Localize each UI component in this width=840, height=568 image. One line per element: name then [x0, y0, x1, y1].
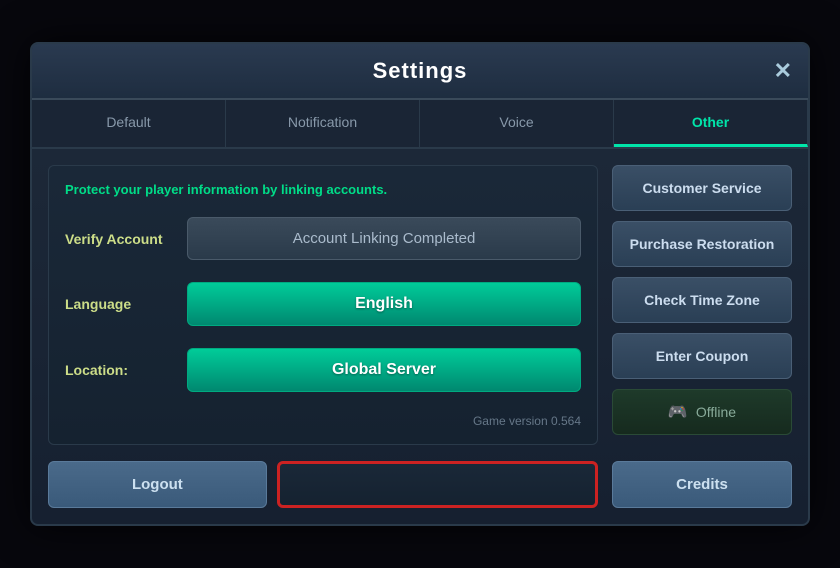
account-linked-button[interactable]: Account Linking Completed [187, 217, 581, 260]
location-button[interactable]: Global Server [187, 348, 581, 392]
modal-footer: Logout Credits [32, 461, 808, 524]
tab-other[interactable]: Other [614, 100, 808, 147]
enter-coupon-button[interactable]: Enter Coupon [612, 333, 792, 379]
modal-overlay: Settings ✕ Default Notification Voice Ot… [0, 0, 840, 568]
tab-notification[interactable]: Notification [226, 100, 420, 147]
location-value-container: Global Server [187, 348, 581, 392]
customer-service-button[interactable]: Customer Service [612, 165, 792, 211]
gamepad-icon: 🎮 [668, 402, 688, 422]
offline-label: Offline [696, 404, 736, 420]
tab-bar: Default Notification Voice Other [32, 100, 808, 149]
verify-label: Verify Account [65, 231, 175, 247]
logout-button[interactable]: Logout [48, 461, 267, 508]
right-panel: Customer Service Purchase Restoration Ch… [612, 165, 792, 445]
language-label: Language [65, 296, 175, 312]
check-time-zone-button[interactable]: Check Time Zone [612, 277, 792, 323]
close-button[interactable]: ✕ [774, 60, 792, 82]
footer-left: Logout [48, 461, 598, 508]
tab-default[interactable]: Default [32, 100, 226, 147]
location-label: Location: [65, 362, 175, 378]
location-row: Location: Global Server [65, 348, 581, 392]
verify-value-container: Account Linking Completed [187, 217, 581, 260]
purchase-restoration-button[interactable]: Purchase Restoration [612, 221, 792, 267]
game-version: Game version 0.564 [65, 414, 581, 428]
footer-right: Credits [612, 461, 792, 508]
settings-modal: Settings ✕ Default Notification Voice Ot… [30, 42, 810, 526]
protect-text: Protect your player information by linki… [65, 182, 581, 197]
offline-button[interactable]: 🎮 Offline [612, 389, 792, 435]
verify-account-row: Verify Account Account Linking Completed [65, 217, 581, 260]
modal-body: Protect your player information by linki… [32, 149, 808, 461]
left-panel: Protect your player information by linki… [48, 165, 598, 445]
language-button[interactable]: English [187, 282, 581, 326]
tab-voice[interactable]: Voice [420, 100, 614, 147]
credits-button[interactable]: Credits [612, 461, 792, 508]
modal-header: Settings ✕ [32, 44, 808, 100]
language-row: Language English [65, 282, 581, 326]
language-value-container: English [187, 282, 581, 326]
modal-title: Settings [373, 58, 468, 84]
footer-empty-area [277, 461, 598, 508]
